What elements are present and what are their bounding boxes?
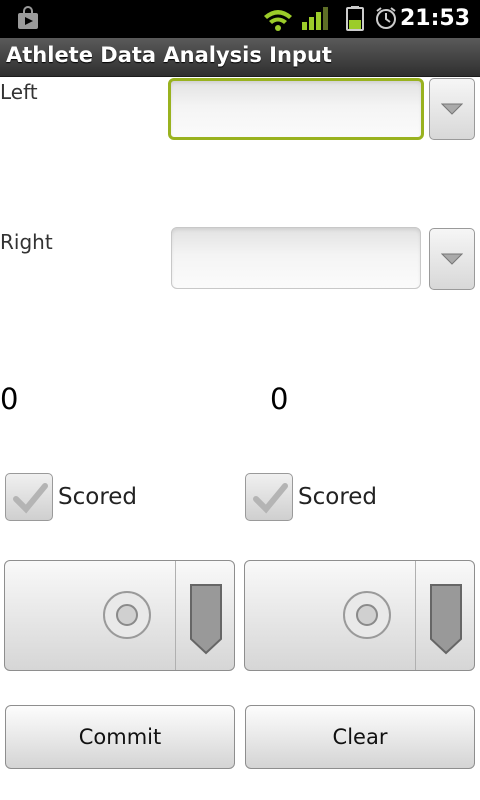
- status-time: 21:53: [399, 6, 470, 31]
- radio-circle-icon: [103, 591, 151, 639]
- status-bar: 21:53: [0, 0, 480, 38]
- chevron-down-icon: [441, 103, 463, 115]
- widget-divider: [415, 561, 416, 670]
- checkmark-icon: [253, 483, 288, 514]
- title-bar: Athlete Data Analysis Input: [0, 38, 480, 77]
- slider-handle-icon[interactable]: [429, 583, 463, 655]
- battery-icon: [346, 6, 364, 31]
- slider-handle-icon[interactable]: [189, 583, 223, 655]
- app-title: Athlete Data Analysis Input: [6, 43, 332, 67]
- left-label: Left: [0, 80, 38, 104]
- right-toggle-widget[interactable]: [244, 560, 475, 671]
- left-dropdown-button[interactable]: [429, 78, 475, 140]
- chevron-down-icon: [441, 253, 463, 265]
- signal-icon: [302, 7, 328, 30]
- left-scored-checkbox[interactable]: [5, 473, 53, 521]
- widget-divider: [175, 561, 176, 670]
- shopping-bag-icon: [16, 6, 40, 30]
- alarm-clock-icon: [376, 7, 396, 29]
- wifi-icon: [264, 10, 292, 31]
- clear-button[interactable]: Clear: [245, 705, 475, 769]
- right-label: Right: [0, 230, 53, 254]
- right-input[interactable]: [171, 227, 421, 289]
- left-scored-label: Scored: [58, 484, 138, 510]
- right-dropdown-button[interactable]: [429, 228, 475, 290]
- checkmark-icon: [13, 483, 48, 514]
- left-count: 0: [0, 382, 19, 416]
- commit-button[interactable]: Commit: [5, 705, 235, 769]
- left-toggle-widget[interactable]: [4, 560, 235, 671]
- right-scored-checkbox[interactable]: [245, 473, 293, 521]
- right-scored-label: Scored: [298, 484, 378, 510]
- right-count: 0: [270, 382, 289, 416]
- radio-circle-icon: [343, 591, 391, 639]
- left-input[interactable]: [168, 78, 424, 140]
